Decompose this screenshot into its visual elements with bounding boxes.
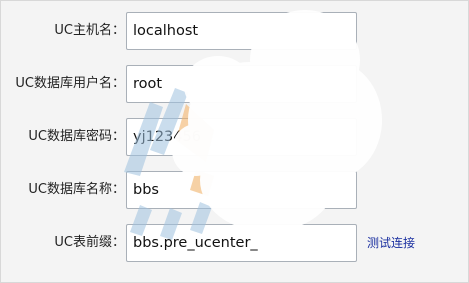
settings-panel: UC主机名： localhost UC数据库用户名： root UC数据库密码：… bbox=[0, 0, 469, 283]
uc-db-user-value: root bbox=[133, 76, 163, 92]
uc-db-name-input[interactable]: bbs bbox=[126, 171, 357, 209]
row-uc-db-name: UC数据库名称： bbs bbox=[1, 171, 469, 209]
row-uc-db-password: UC数据库密码： yj123456 bbox=[1, 118, 469, 156]
uc-db-user-label: UC数据库用户名： bbox=[15, 76, 125, 91]
uc-table-prefix-value: bbs.pre_ucenter_ bbox=[133, 235, 258, 251]
row-uc-db-user: UC数据库用户名： root bbox=[1, 65, 469, 103]
uc-table-prefix-label: UC表前缀： bbox=[54, 235, 125, 250]
uc-db-user-input[interactable]: root bbox=[126, 65, 357, 103]
uc-db-password-label: UC数据库密码： bbox=[28, 129, 125, 144]
uc-host-label: UC主机名： bbox=[54, 23, 125, 38]
uc-db-password-value: yj123456 bbox=[133, 129, 201, 145]
test-connection-link[interactable]: 测试连接 bbox=[367, 224, 415, 262]
uc-db-password-input[interactable]: yj123456 bbox=[126, 118, 357, 156]
uc-host-value: localhost bbox=[133, 23, 199, 39]
uc-db-name-value: bbs bbox=[133, 182, 159, 198]
uc-table-prefix-input[interactable]: bbs.pre_ucenter_ bbox=[126, 224, 357, 262]
uc-host-input[interactable]: localhost bbox=[126, 12, 357, 50]
row-uc-host: UC主机名： localhost bbox=[1, 12, 469, 50]
row-uc-table-prefix: UC表前缀： bbs.pre_ucenter_ 测试连接 bbox=[1, 224, 469, 262]
uc-db-name-label: UC数据库名称： bbox=[28, 182, 125, 197]
